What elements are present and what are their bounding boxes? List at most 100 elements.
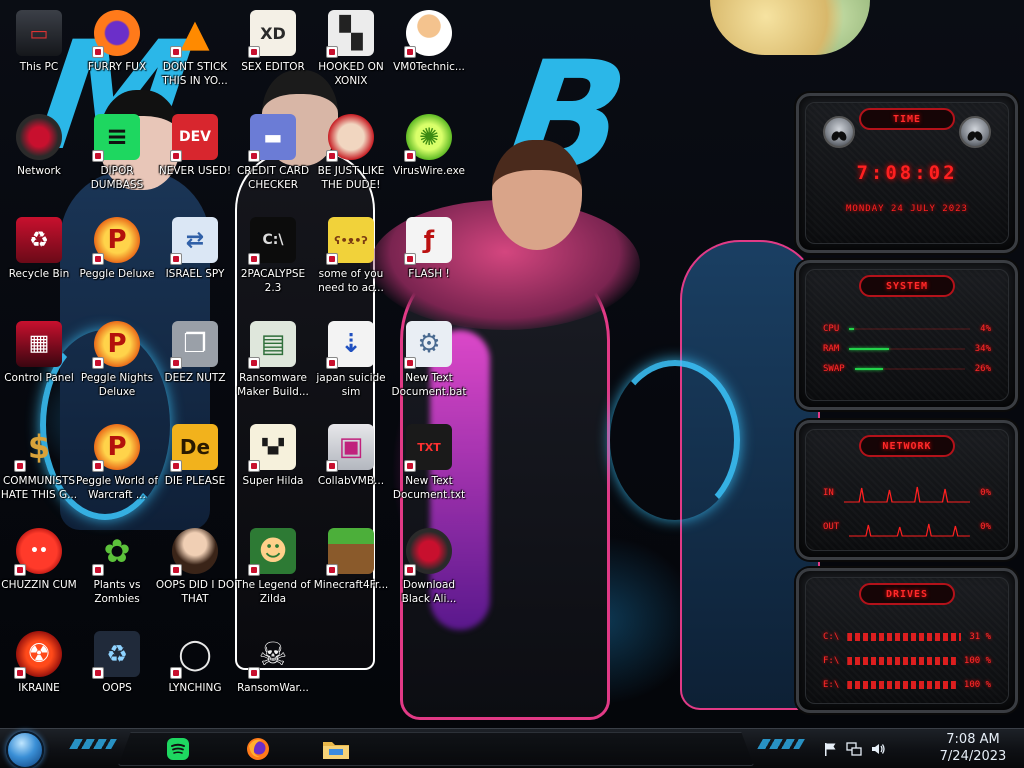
desktop-icon[interactable]: VM0Technic... bbox=[388, 4, 470, 100]
desktop-icon[interactable]: ≡ DIPOR DUMBASS bbox=[76, 108, 158, 204]
start-orb-button[interactable] bbox=[6, 731, 44, 768]
desktop-icon-label: New Text Document.bat bbox=[391, 371, 467, 398]
desktop-icon[interactable]: ✺ VirusWire.exe bbox=[388, 108, 470, 204]
taskbar-clock[interactable]: 7:08 AM 7/24/2023 bbox=[930, 731, 1016, 767]
desktop-icon-label: VM0Technic... bbox=[393, 61, 465, 73]
swap-value: 26% bbox=[974, 364, 991, 374]
shortcut-arrow-icon bbox=[170, 149, 182, 162]
network-out-label: OUT bbox=[823, 522, 840, 532]
shortcut-arrow-icon bbox=[248, 460, 260, 472]
desktop-icon[interactable]: ◯ LYNCHING bbox=[154, 625, 236, 721]
desktop-icon[interactable]: $ COMMUNISTS HATE THIS G... bbox=[0, 418, 80, 514]
desktop-icon[interactable]: ⇄ ISRAEL SPY bbox=[154, 211, 236, 307]
desktop-icon[interactable]: P Peggle Nights Deluxe bbox=[76, 315, 158, 411]
shortcut-arrow-icon bbox=[92, 253, 104, 265]
desktop-icon[interactable]: XD SEX EDITOR bbox=[232, 4, 314, 100]
shortcut-arrow-icon bbox=[248, 563, 260, 576]
desktop-icon-label: Super Hilda bbox=[242, 475, 304, 487]
drive-e-usage-bar bbox=[847, 681, 956, 689]
drives-widget[interactable]: DRIVES C:\ 31 % F:\ 100 % E:\ 100 % bbox=[796, 568, 1018, 713]
shortcut-arrow-icon bbox=[92, 46, 104, 58]
vlc-cone-icon: ▲ bbox=[170, 10, 218, 58]
desktop-icon[interactable]: ʕ•ᴥ•ʔ some of you need to ac... bbox=[310, 211, 392, 307]
flash-file-icon: ƒ bbox=[404, 217, 452, 265]
desktop-icon[interactable]: ▚▞ Super Hilda bbox=[232, 418, 314, 514]
drive-c-usage-bar bbox=[847, 633, 962, 641]
xd-editor-icon: XD bbox=[248, 10, 296, 58]
taskbar: 7:08 AM 7/24/2023 bbox=[0, 728, 1024, 768]
volume-icon[interactable] bbox=[870, 741, 886, 757]
desktop-icon[interactable]: Network bbox=[0, 108, 80, 204]
desktop-icon[interactable]: P Peggle World of Warcraft ... bbox=[76, 418, 158, 514]
desktop-icon-label: DIPOR DUMBASS bbox=[90, 164, 144, 191]
desktop-icon[interactable]: ♻ OOPS bbox=[76, 625, 158, 721]
desktop-icon-label: Peggle Nights Deluxe bbox=[80, 371, 154, 398]
shortcut-arrow-icon bbox=[326, 253, 338, 265]
desktop-icon-label: IKRAINE bbox=[18, 682, 60, 694]
desktop-icon[interactable]: ▬ CREDIT CARD CHECKER bbox=[232, 108, 314, 204]
spotify-taskbar-button[interactable] bbox=[160, 732, 196, 766]
desktop-icon[interactable]: ▲ DONT STICK THIS IN YO... bbox=[154, 4, 236, 100]
desktop-icon-label: CREDIT CARD CHECKER bbox=[236, 164, 310, 191]
shortcut-arrow-icon bbox=[326, 356, 338, 369]
drive-e-value: 100 % bbox=[963, 680, 991, 690]
network-widget[interactable]: NETWORK IN 0% OUT 0% bbox=[796, 420, 1018, 560]
folder-icon bbox=[323, 742, 349, 759]
desktop-icon[interactable]: ⚙ New Text Document.bat bbox=[388, 315, 470, 411]
desktop-icon[interactable]: ☻ The Legend of Zilda bbox=[232, 522, 314, 618]
desktop-icon[interactable]: ❐ DEEZ NUTZ bbox=[154, 315, 236, 411]
desktop-icon[interactable]: ♻ Recycle Bin bbox=[0, 211, 80, 307]
desktop-icon[interactable]: Minecraft4Fr... bbox=[310, 522, 392, 618]
shortcut-arrow-icon bbox=[404, 356, 416, 369]
portrait-icon bbox=[170, 527, 218, 576]
network-icon[interactable] bbox=[846, 741, 862, 757]
shortcut-arrow-icon bbox=[248, 149, 260, 162]
shortcut-arrow-icon bbox=[326, 460, 338, 472]
recycle-app-icon: ♻ bbox=[92, 631, 140, 679]
desktop-icon[interactable]: Download Black Ali... bbox=[388, 522, 470, 618]
desktop-icon-label: This PC bbox=[19, 61, 59, 73]
desktop-icon[interactable]: ▭ This PC bbox=[0, 4, 80, 100]
desktop-icon[interactable]: ▤ Ransomware Maker Build... bbox=[232, 315, 314, 411]
desktop-icon[interactable]: ☠ RansomWar... bbox=[232, 625, 314, 721]
desktop-icon[interactable]: P Peggle Deluxe bbox=[76, 211, 158, 307]
peggle-nights-icon: P bbox=[92, 320, 140, 369]
swap-bar bbox=[854, 368, 965, 370]
desktop-icon[interactable]: ⇣ japan suicide sim bbox=[310, 315, 392, 411]
desktop-icon-label: CHUZZIN CUM bbox=[1, 578, 77, 591]
desktop-icon[interactable]: C:\ 2PACALYPSE 2.3 bbox=[232, 211, 314, 307]
digital-clock: 7:08:02 bbox=[856, 162, 958, 184]
drive-f-label: F:\ bbox=[823, 656, 840, 666]
alien-head-icon bbox=[959, 116, 991, 148]
desktop-icon[interactable]: BE JUST LIKE THE DUDE! bbox=[310, 108, 392, 204]
file-explorer-taskbar-button[interactable] bbox=[318, 732, 354, 766]
desktop-icon[interactable]: FURRY FUX bbox=[76, 4, 158, 100]
desktop-icon[interactable]: ▣ CollabVMB... bbox=[310, 418, 392, 514]
swap-bar-fill bbox=[854, 368, 884, 370]
time-widget[interactable]: TIME 7:08:02 MONDAY 24 JULY 2023 bbox=[796, 93, 1018, 253]
desktop-icon[interactable]: ☢ IKRAINE bbox=[0, 625, 80, 721]
shortcut-arrow-icon bbox=[92, 356, 104, 369]
desktop-icon[interactable]: DEV NEVER USED! bbox=[154, 108, 236, 204]
computer-icon: ▭ bbox=[16, 10, 62, 56]
chuzzle-icon: •• bbox=[14, 527, 62, 576]
desktop-icon-label: japan suicide sim bbox=[316, 371, 386, 398]
desktop-icon[interactable]: ✿ Plants vs Zombies bbox=[76, 522, 158, 618]
flag-icon[interactable] bbox=[822, 741, 838, 757]
desktop-icon[interactable]: TXT New Text Document.txt bbox=[388, 418, 470, 514]
drive-f-value: 100 % bbox=[963, 656, 991, 666]
desktop-icon-label: BE JUST LIKE THE DUDE! bbox=[317, 164, 385, 191]
desktop-icon[interactable]: ƒ FLASH ! bbox=[388, 211, 470, 307]
desktop-icon[interactable]: ▚ HOOKED ON XONIX bbox=[310, 4, 392, 100]
system-widget[interactable]: SYSTEM CPU 4% RAM 34% SWAP 26% bbox=[796, 260, 1018, 410]
pixel-cat-icon: ▚▞ bbox=[248, 424, 296, 472]
firefox-taskbar-button[interactable] bbox=[240, 732, 276, 766]
shortcut-arrow-icon bbox=[170, 667, 182, 679]
cpu-bar-fill bbox=[849, 328, 855, 330]
alienware-icon bbox=[404, 527, 452, 576]
desktop-icon[interactable]: ▦ Control Panel bbox=[0, 315, 80, 411]
desktop-icon[interactable]: •• CHUZZIN CUM bbox=[0, 522, 80, 618]
desktop-icon[interactable]: De DIE PLEASE bbox=[154, 418, 236, 514]
drive-e-label: E:\ bbox=[823, 680, 840, 690]
desktop-icon[interactable]: OOPS DID I DO THAT bbox=[154, 522, 236, 618]
